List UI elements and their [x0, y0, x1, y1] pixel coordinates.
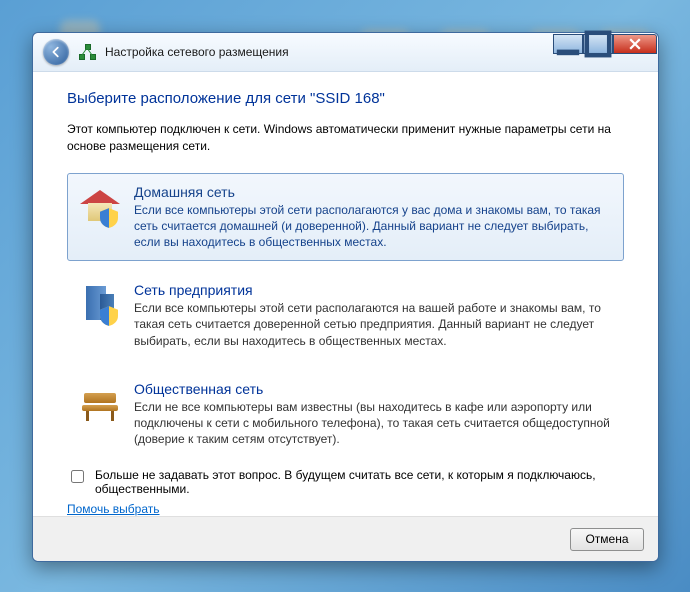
dialog-body: Выберите расположение для сети "SSID 168… — [33, 72, 658, 516]
minimize-button[interactable] — [553, 34, 583, 54]
back-button[interactable] — [43, 39, 69, 65]
intro-text: Этот компьютер подключен к сети. Windows… — [67, 121, 624, 155]
option-title: Общественная сеть — [134, 381, 613, 397]
help-link[interactable]: Помочь выбрать — [67, 502, 160, 516]
dialog-footer: Отмена — [33, 516, 658, 561]
close-button[interactable] — [613, 34, 657, 54]
dialog-window: Настройка сетевого размещения Выберите р… — [32, 32, 659, 562]
arrow-left-icon — [49, 45, 63, 59]
page-title: Выберите расположение для сети "SSID 168… — [67, 90, 624, 107]
option-home-network[interactable]: Домашняя сеть Если все компьютеры этой с… — [67, 173, 624, 262]
dont-ask-label[interactable]: Больше не задавать этот вопрос. В будуще… — [95, 468, 624, 496]
option-title: Домашняя сеть — [134, 184, 613, 200]
option-desc: Если не все компьютеры вам известны (вы … — [134, 399, 613, 448]
maximize-button[interactable] — [583, 34, 613, 54]
shield-icon — [100, 306, 118, 326]
window-controls — [553, 34, 657, 54]
option-title: Сеть предприятия — [134, 282, 613, 298]
shield-icon — [100, 208, 118, 228]
option-public-network[interactable]: Общественная сеть Если не все компьютеры… — [67, 370, 624, 459]
dont-ask-checkbox[interactable] — [71, 470, 84, 483]
dialog-title: Настройка сетевого размещения — [105, 45, 289, 59]
option-work-network[interactable]: Сеть предприятия Если все компьютеры это… — [67, 271, 624, 360]
dont-ask-row: Больше не задавать этот вопрос. В будуще… — [67, 468, 624, 496]
option-desc: Если все компьютеры этой сети располагаю… — [134, 300, 613, 349]
bench-icon — [78, 381, 122, 425]
building-icon — [78, 282, 122, 326]
cancel-button[interactable]: Отмена — [570, 528, 644, 551]
option-desc: Если все компьютеры этой сети располагаю… — [134, 202, 613, 251]
home-icon — [78, 184, 122, 228]
network-icon — [79, 44, 95, 60]
